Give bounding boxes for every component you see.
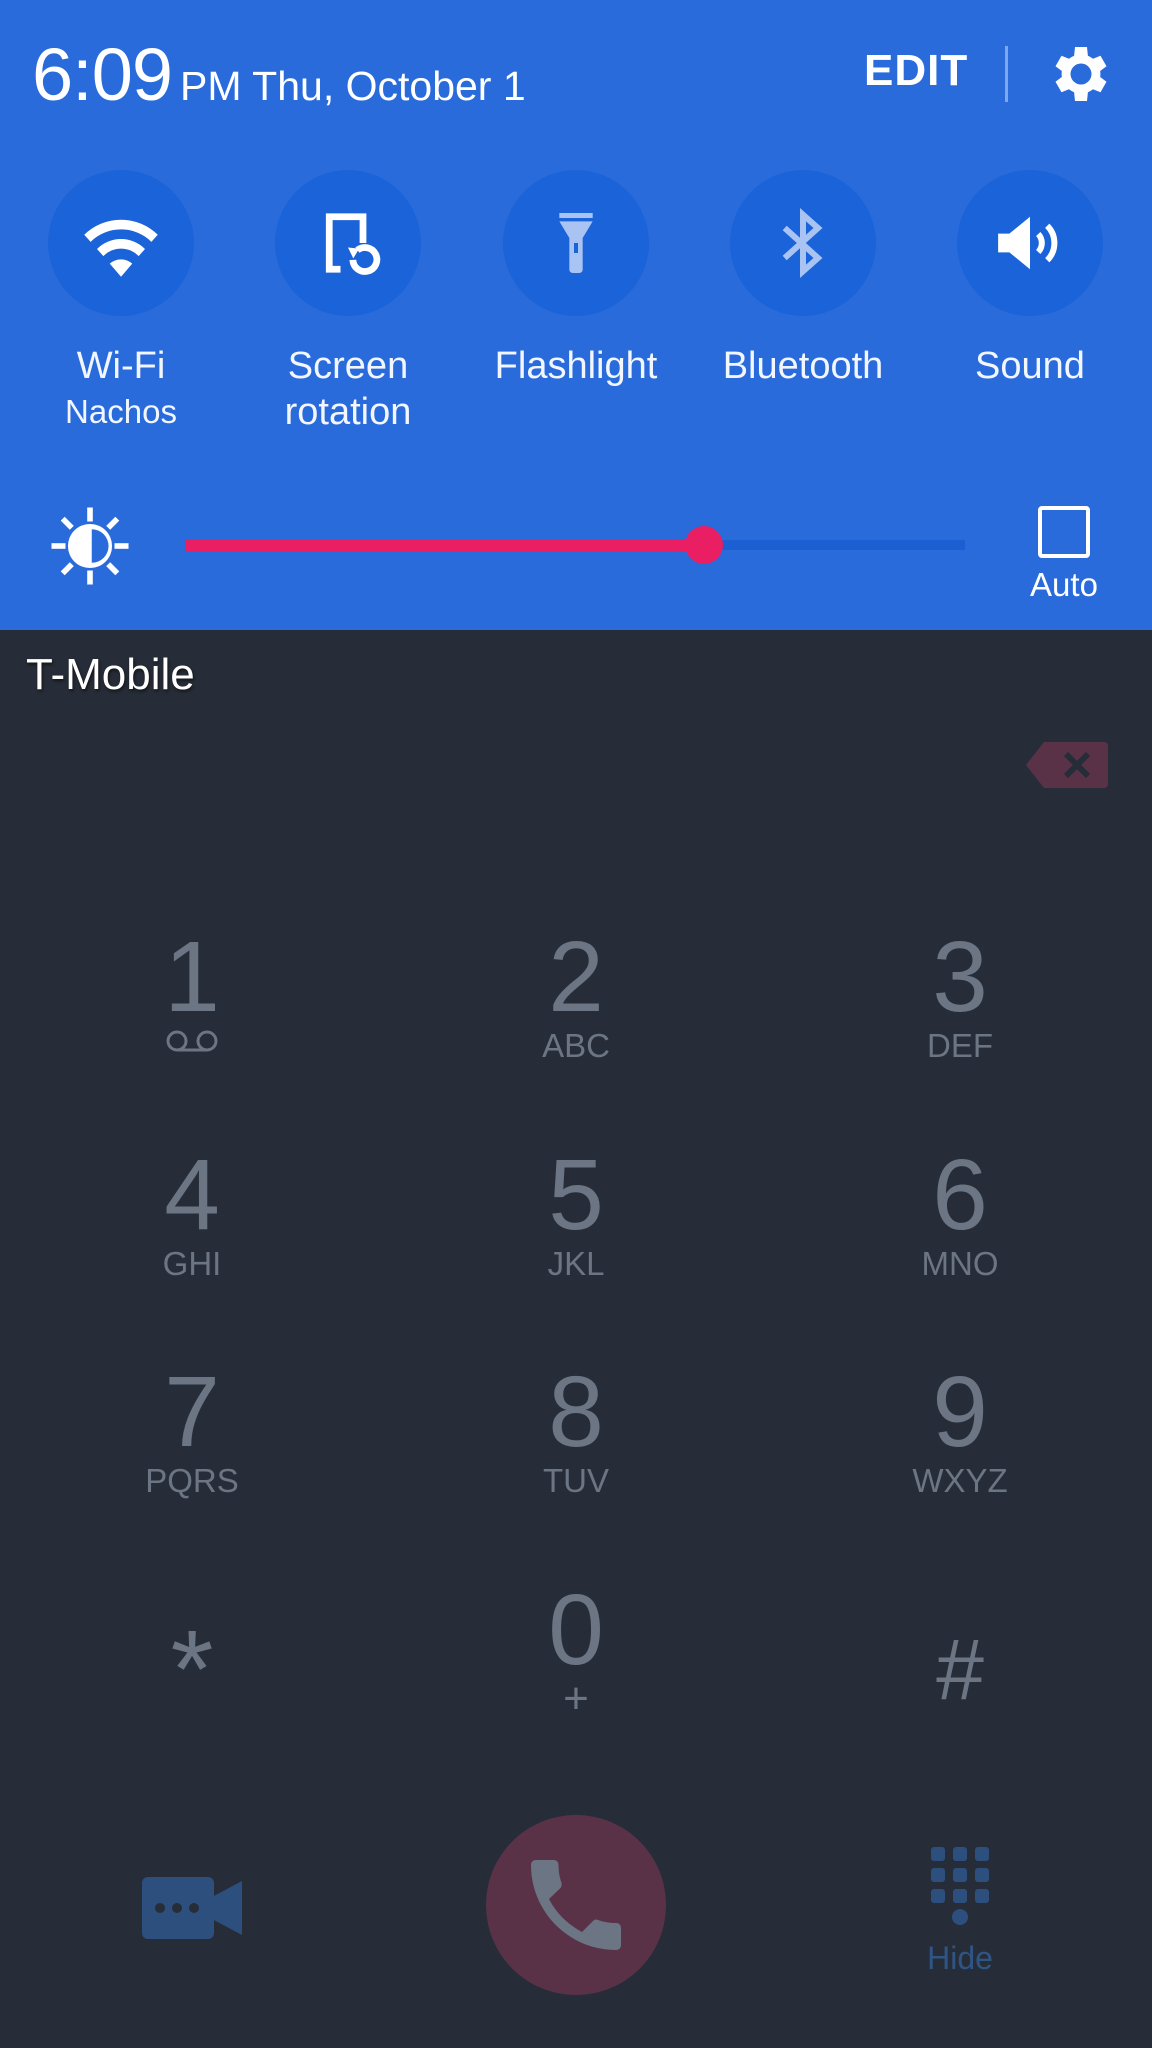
auto-brightness-toggle[interactable]: Auto [1024, 506, 1104, 604]
clock: 6:09 [32, 33, 173, 116]
bluetooth-icon [782, 207, 823, 279]
backspace-icon[interactable] [1024, 740, 1110, 790]
key-digit: * [170, 1608, 214, 1731]
key-digit: # [936, 1622, 984, 1718]
key-digit: 7 [164, 1356, 220, 1468]
key-6[interactable]: 6 MNO [810, 1140, 1110, 1284]
tile-wifi[interactable]: Wi-Fi Nachos [16, 168, 226, 436]
key-0[interactable]: 0 + [426, 1574, 726, 1723]
auto-label: Auto [1030, 566, 1098, 603]
key-letters: WXYZ [912, 1462, 1008, 1499]
key-hash[interactable]: # [810, 1615, 1110, 1725]
key-digit: 0 [548, 1574, 604, 1686]
tile-label: Flashlight [494, 345, 658, 387]
key-digit: 9 [932, 1356, 988, 1468]
key-digit: 2 [548, 921, 604, 1033]
tile-bluetooth[interactable]: Bluetooth [698, 168, 908, 388]
key-letters: MNO [921, 1245, 999, 1282]
screen-rotation-icon [325, 213, 381, 275]
notification-panel: 6:09PM Thu, October 1 EDIT Wi-Fi Nachos [0, 0, 1152, 630]
key-digit: 4 [164, 1139, 220, 1251]
tile-label: Screen [287, 345, 409, 387]
brightness-icon [51, 507, 129, 585]
key-2[interactable]: 2 ABC [426, 922, 726, 1066]
key-letters: DEF [927, 1027, 993, 1064]
tile-rotation-circle[interactable] [275, 170, 421, 316]
call-button[interactable] [486, 1815, 666, 1995]
key-letters: TUV [543, 1462, 609, 1499]
voicemail-icon [166, 1030, 218, 1052]
clock-date: 6:09 PM Thu, October 1 [32, 32, 526, 117]
brightness-slider[interactable] [185, 526, 965, 564]
key-letters: + [563, 1674, 589, 1723]
key-3[interactable]: 3 DEF [810, 922, 1110, 1066]
key-1[interactable]: 1 [42, 922, 342, 1059]
tile-label: Sound [975, 345, 1085, 387]
key-8[interactable]: 8 TUV [426, 1357, 726, 1501]
video-call-icon[interactable] [140, 1875, 244, 1941]
key-star[interactable]: * [42, 1615, 342, 1725]
tile-screen-rotation[interactable]: Screen rotation [243, 168, 453, 436]
phone-icon [531, 1860, 621, 1950]
dialpad-icon [931, 1847, 989, 1925]
key-7[interactable]: 7 PQRS [42, 1357, 342, 1501]
auto-checkbox[interactable] [1038, 506, 1090, 558]
slider-fill [185, 539, 704, 551]
key-digit: 5 [548, 1139, 604, 1251]
slider-thumb[interactable] [684, 526, 723, 564]
key-letters: PQRS [145, 1462, 239, 1499]
key-letters: JKL [547, 1245, 605, 1282]
date: PM Thu, October 1 [180, 63, 526, 109]
hide-label: Hide [927, 1940, 993, 1976]
key-digit: 3 [932, 921, 988, 1033]
key-digit: 1 [164, 921, 220, 1033]
key-digit: 8 [548, 1356, 604, 1468]
tile-label: Bluetooth [722, 345, 884, 387]
tile-wifi-circle[interactable] [48, 170, 194, 316]
tile-sound-circle[interactable] [957, 170, 1103, 316]
tile-bluetooth-circle[interactable] [730, 170, 876, 316]
carrier-label: T-Mobile [26, 650, 195, 699]
sound-icon [998, 216, 1058, 270]
key-letters: ABC [542, 1027, 610, 1064]
tile-flashlight[interactable]: Flashlight [471, 168, 681, 388]
tile-sublabel: rotation [284, 391, 412, 433]
hide-keypad-button[interactable]: Hide [910, 1845, 1010, 1977]
tile-sublabel: Nachos [65, 393, 177, 430]
key-digit: 6 [932, 1139, 988, 1251]
edit-button[interactable]: EDIT [864, 46, 968, 96]
wifi-icon [84, 219, 158, 277]
key-9[interactable]: 9 WXYZ [810, 1357, 1110, 1501]
divider [1005, 46, 1008, 102]
key-4[interactable]: 4 GHI [42, 1140, 342, 1284]
tile-sound[interactable]: Sound [925, 168, 1135, 388]
key-letters: GHI [162, 1245, 222, 1282]
quick-settings: Wi-Fi Nachos Screen rotation Flashlight … [0, 168, 1152, 468]
tile-label: Wi-Fi [76, 345, 166, 387]
gear-icon[interactable] [1045, 38, 1117, 110]
key-5[interactable]: 5 JKL [426, 1140, 726, 1284]
flashlight-icon [559, 213, 593, 273]
tile-flashlight-circle[interactable] [503, 170, 649, 316]
